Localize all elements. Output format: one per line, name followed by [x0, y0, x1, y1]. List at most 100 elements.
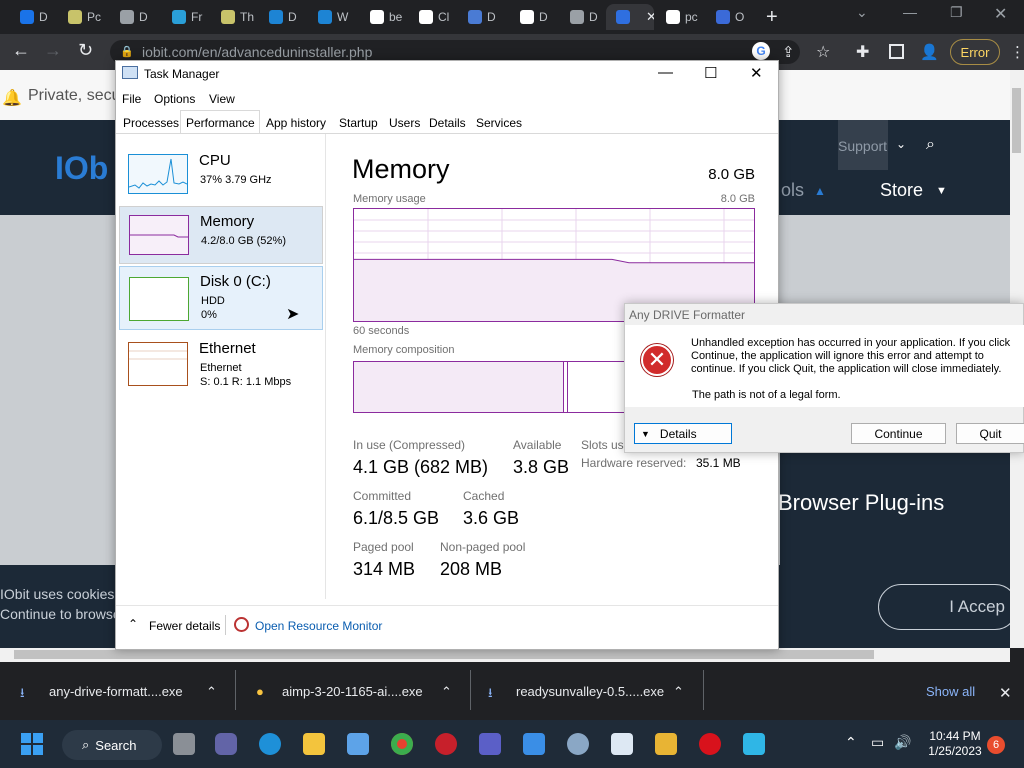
download-item[interactable]: any-drive-formatt....exe: [49, 684, 183, 699]
edge-icon[interactable]: [259, 733, 281, 755]
google-lens-icon[interactable]: G: [752, 42, 770, 60]
show-all-downloads[interactable]: Show all: [926, 684, 975, 699]
error-button[interactable]: Error: [950, 39, 1000, 65]
store-link[interactable]: Store: [880, 180, 923, 201]
url-text[interactable]: iobit.com/en/advanceduninstaller.php: [142, 44, 372, 60]
taskbar-search[interactable]: ⌕ Search: [62, 730, 162, 760]
quit-button[interactable]: Quit: [956, 423, 1024, 444]
download-separator: [703, 670, 704, 710]
search-icon[interactable]: ⌕: [926, 136, 935, 154]
menu-icon[interactable]: ⋮: [1010, 43, 1024, 61]
close-button[interactable]: ✕: [750, 64, 763, 82]
sidebar-item-cpu[interactable]: CPU 37% 3.79 GHz: [119, 146, 323, 204]
browser-tab[interactable]: D: [560, 4, 604, 30]
tab-startup[interactable]: Startup: [339, 116, 378, 130]
browser-tab[interactable]: O: [706, 4, 752, 30]
scrollbar-thumb[interactable]: [14, 650, 874, 659]
tab-performance[interactable]: Performance: [186, 116, 255, 130]
browser-tab[interactable]: Pc: [58, 4, 106, 30]
support-link[interactable]: Support: [838, 120, 888, 170]
search-icon: ⌕: [82, 737, 90, 752]
lock-icon[interactable]: 🔒: [120, 45, 134, 58]
minimize-button[interactable]: —: [658, 64, 673, 81]
browser-tab[interactable]: D: [259, 4, 305, 30]
share-icon[interactable]: ⇪: [782, 43, 795, 61]
reload-icon[interactable]: ↻: [78, 40, 93, 61]
browser-tab[interactable]: Fr: [162, 4, 208, 30]
memory-composition-label: Memory composition: [353, 344, 455, 356]
opera-icon[interactable]: [699, 733, 721, 755]
app-gear-red-icon[interactable]: [435, 733, 457, 755]
nav-tools-partial[interactable]: ols: [781, 180, 804, 201]
close-button[interactable]: ✕: [994, 4, 1007, 24]
tab-processes[interactable]: Processes: [123, 116, 179, 130]
download-item[interactable]: aimp-3-20-1165-ai....exe: [282, 684, 423, 699]
settings-icon[interactable]: [567, 733, 589, 755]
menu-file[interactable]: File: [122, 92, 141, 106]
browser-tab[interactable]: ✕: [606, 4, 654, 30]
footer-divider: [116, 605, 778, 606]
maximize-button[interactable]: ☐: [704, 64, 717, 82]
browser-tab[interactable]: D: [10, 4, 56, 30]
start-button[interactable]: [21, 733, 43, 755]
file-explorer-icon[interactable]: [303, 733, 325, 755]
tab-favicon-icon: [318, 10, 332, 24]
bookmark-star-icon[interactable]: ☆: [816, 42, 830, 62]
ethernet-throughput: S: 0.1 R: 1.1 Mbps: [200, 376, 292, 388]
chevron-up-icon[interactable]: ⌃: [673, 684, 684, 700]
tab-search-icon[interactable]: ⌄: [856, 4, 868, 21]
chevron-up-icon[interactable]: ⌃: [845, 734, 857, 751]
chrome-icon[interactable]: [391, 733, 413, 755]
sidebar-item-ethernet[interactable]: Ethernet Ethernet S: 0.1 R: 1.1 Mbps: [119, 334, 323, 394]
sidebar-item-memory[interactable]: Memory 4.2/8.0 GB (52%): [119, 206, 323, 264]
browser-tab[interactable]: W: [308, 4, 356, 30]
site-logo[interactable]: IOb: [55, 150, 108, 187]
chevron-up-icon[interactable]: ⌃: [206, 684, 217, 700]
menu-options[interactable]: Options: [154, 92, 195, 106]
tab-close-icon[interactable]: ✕: [646, 9, 654, 25]
chevron-up-icon[interactable]: ⌃: [441, 684, 452, 700]
back-icon[interactable]: ←: [12, 40, 30, 61]
scrollbar-thumb[interactable]: [1012, 88, 1021, 153]
menu-view[interactable]: View: [209, 92, 235, 106]
task-manager-taskbar-icon[interactable]: [611, 733, 633, 755]
download-item[interactable]: readysunvalley-0.5.....exe: [516, 684, 664, 699]
tab-users[interactable]: Users: [389, 116, 420, 130]
details-button[interactable]: ▼ Details: [634, 423, 732, 444]
continue-button[interactable]: Continue: [851, 423, 946, 444]
browser-tab[interactable]: D: [458, 4, 506, 30]
fewer-details-link[interactable]: Fewer details: [149, 619, 220, 633]
taskbar-clock[interactable]: 10:44 PM 1/25/2023: [920, 729, 990, 759]
browser-tab[interactable]: D: [110, 4, 158, 30]
app-p-icon[interactable]: [479, 733, 501, 755]
profile-icon[interactable]: 👤: [920, 43, 939, 61]
browser-tab[interactable]: Cl: [409, 4, 455, 30]
minimize-button[interactable]: —: [903, 4, 917, 20]
browser-tab[interactable]: D: [510, 4, 558, 30]
maximize-button[interactable]: ❐: [950, 4, 963, 21]
notification-badge[interactable]: 6: [987, 736, 1005, 754]
paint-icon[interactable]: [523, 733, 545, 755]
store-icon[interactable]: [347, 733, 369, 755]
tab-favicon-icon: [269, 10, 283, 24]
winrar-icon[interactable]: [655, 733, 677, 755]
volume-icon[interactable]: 🔊: [894, 734, 911, 751]
chat-icon[interactable]: [215, 733, 237, 755]
side-panel-icon[interactable]: [889, 44, 904, 59]
browser-tab[interactable]: pc: [656, 4, 704, 30]
open-resource-monitor-link[interactable]: Open Resource Monitor: [255, 619, 382, 633]
chevron-up-icon[interactable]: ⌃: [128, 617, 138, 631]
browser-tab[interactable]: be: [360, 4, 406, 30]
close-icon[interactable]: ✕: [999, 684, 1012, 702]
accept-cookies-button[interactable]: I Accep: [878, 584, 1018, 630]
browser-tab[interactable]: Th: [211, 4, 257, 30]
extensions-icon[interactable]: ✚: [856, 42, 869, 62]
tab-app-history[interactable]: App history: [266, 116, 326, 130]
tab-details[interactable]: Details: [429, 116, 466, 130]
stat-value: 6.1/8.5 GB: [353, 508, 440, 528]
network-icon[interactable]: ▭: [871, 734, 884, 751]
tab-services[interactable]: Services: [476, 116, 522, 130]
app-tray-icon[interactable]: [743, 733, 765, 755]
task-view-icon[interactable]: [173, 733, 195, 755]
new-tab-button[interactable]: +: [766, 6, 778, 29]
